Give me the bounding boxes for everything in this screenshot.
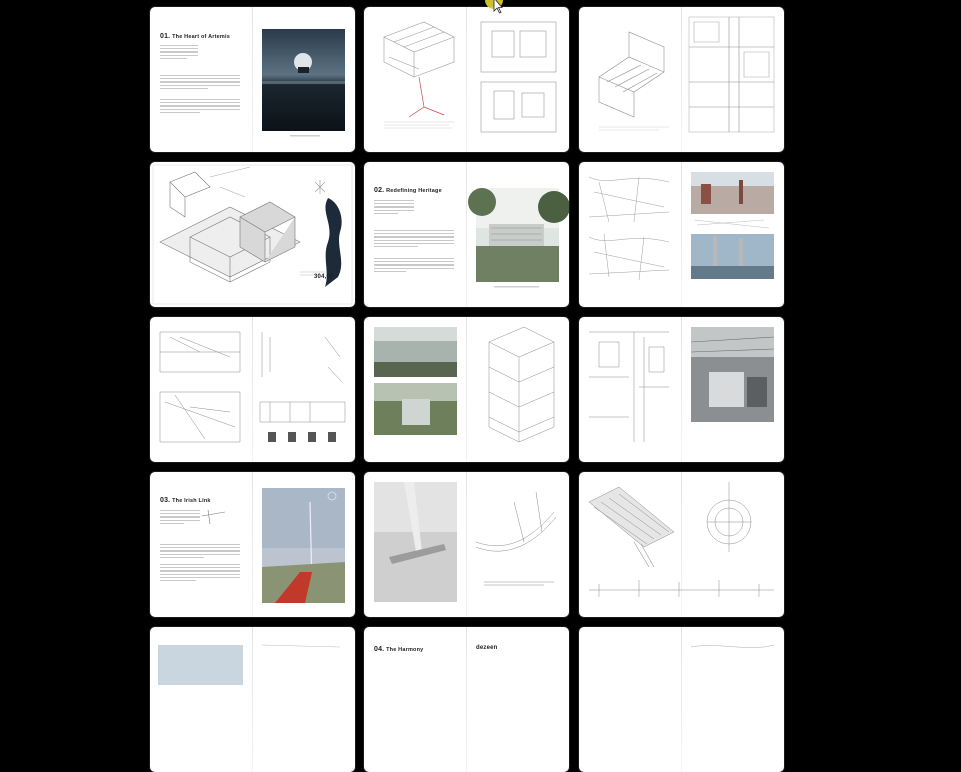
page-thumbnail-01[interactable]: 01. The Heart of Artemis xyxy=(150,7,355,152)
page-thumbnail-15[interactable] xyxy=(579,627,784,772)
page-thumbnail-14[interactable]: 04. The Harmony dezeen xyxy=(364,627,569,772)
page-thumbnail-10[interactable]: 03. The Irish Link xyxy=(150,472,355,617)
page-thumbnail-05[interactable]: 02. Redefining Heritage xyxy=(364,162,569,307)
publication-logo: dezeen xyxy=(476,645,498,651)
page-thumbnail-13[interactable] xyxy=(150,627,355,772)
site-drawing xyxy=(690,644,775,648)
bridge-photo xyxy=(201,488,345,603)
landscape-photo xyxy=(158,644,341,685)
page-thumbnail-06[interactable] xyxy=(579,162,784,307)
isometric-complex-drawing xyxy=(152,164,353,305)
page-thumbnail-07[interactable] xyxy=(150,317,355,462)
site-map-and-photos xyxy=(588,172,774,281)
heritage-building-photo xyxy=(468,188,569,288)
spread-grid: 01. The Heart of Artemis 304,00 02. Rede… xyxy=(0,0,961,772)
page-fold xyxy=(466,627,467,772)
page-thumbnail-04[interactable]: 304,00 xyxy=(150,162,355,307)
page-thumbnail-09[interactable] xyxy=(579,317,784,462)
pointer-arrow-icon xyxy=(485,0,503,14)
structural-drawings xyxy=(159,331,346,443)
greenhouse-photos xyxy=(374,326,555,443)
project-title: 04. The Harmony xyxy=(374,646,424,653)
page-thumbnail-03[interactable] xyxy=(579,7,784,152)
detail-and-interior-photo xyxy=(589,327,775,442)
section-detail-drawing xyxy=(598,16,775,133)
bridge-structure-drawings xyxy=(588,482,774,597)
moon-photo xyxy=(262,29,345,137)
page-thumbnail-12[interactable] xyxy=(579,472,784,617)
bridge-render-and-drawing xyxy=(374,482,557,602)
axonometric-drawing xyxy=(383,21,557,133)
page-thumbnail-02[interactable] xyxy=(364,7,569,152)
diagram-label: 304,00 xyxy=(314,274,334,280)
page-thumbnail-11[interactable] xyxy=(364,472,569,617)
page-thumbnail-08[interactable] xyxy=(364,317,569,462)
